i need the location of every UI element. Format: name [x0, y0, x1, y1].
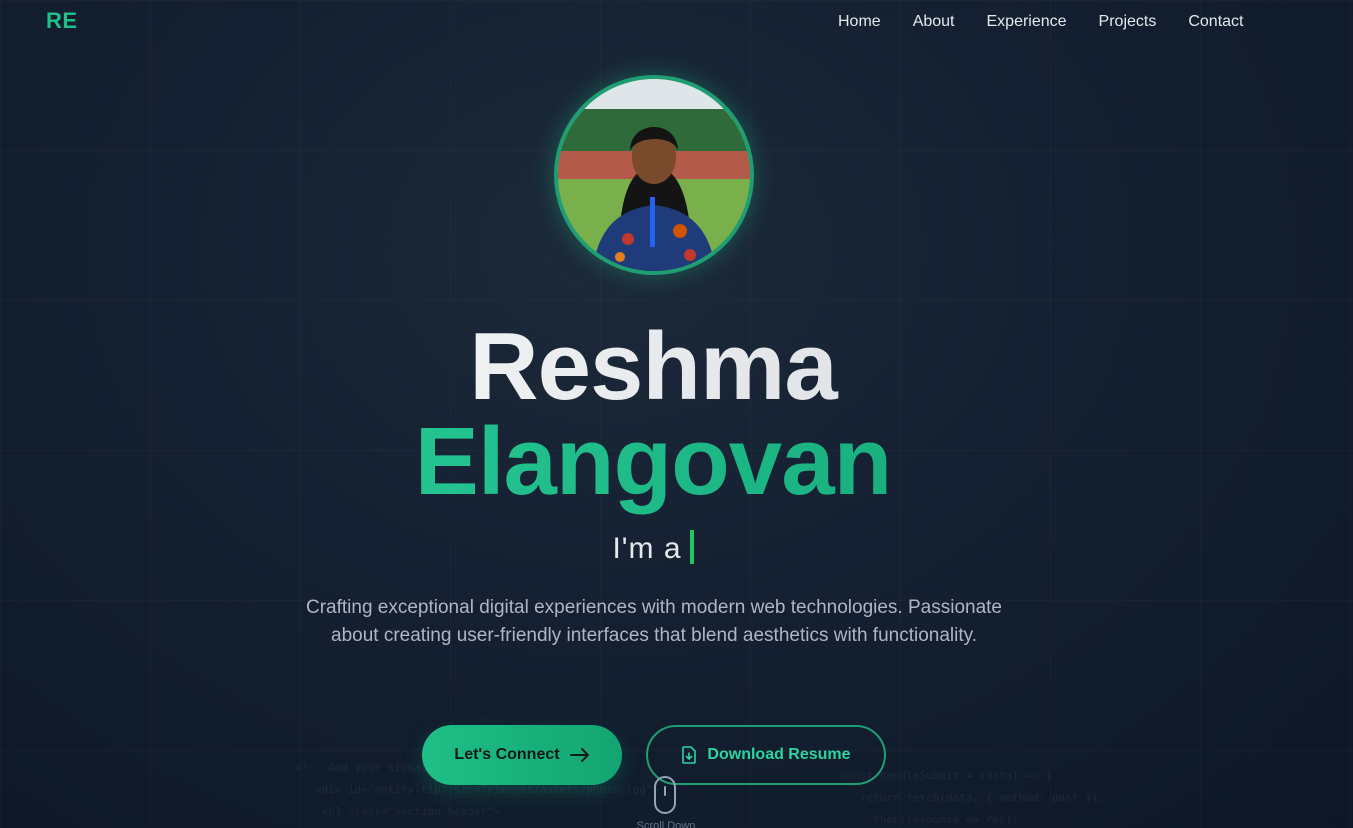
logo[interactable]: RE	[46, 8, 78, 34]
scroll-down-label: Scroll Down	[636, 820, 696, 828]
typing-caret	[689, 530, 694, 564]
main-nav: Home About Experience Projects Contact	[838, 12, 1243, 32]
lets-connect-button[interactable]: Let's Connect	[422, 725, 622, 785]
hero-first-name: Reshma	[0, 312, 1306, 422]
profile-avatar	[554, 75, 754, 275]
typer-prefix: I'm a	[612, 532, 682, 565]
nav-projects[interactable]: Projects	[1099, 12, 1157, 32]
scroll-wheel-icon	[664, 786, 666, 796]
profile-photo-illustration	[558, 79, 750, 271]
code-background-right: const handleSubmit = (data) => { return …	[840, 769, 1105, 826]
hero-last-name: Elangovan	[0, 407, 1306, 517]
nav-home[interactable]: Home	[838, 12, 881, 32]
download-resume-label: Download Resume	[707, 746, 851, 763]
nav-experience[interactable]: Experience	[987, 12, 1067, 32]
nav-contact[interactable]: Contact	[1188, 12, 1243, 32]
typing-headline: I'm a	[0, 530, 1306, 566]
arrow-right-icon	[569, 748, 589, 762]
download-resume-button[interactable]: Download Resume	[646, 725, 886, 785]
hero-description: Crafting exceptional digital experiences…	[305, 597, 1002, 646]
nav-about[interactable]: About	[913, 12, 955, 32]
scroll-down-indicator[interactable]	[654, 776, 676, 814]
lets-connect-label: Let's Connect	[454, 746, 560, 763]
file-download-icon	[682, 746, 697, 764]
